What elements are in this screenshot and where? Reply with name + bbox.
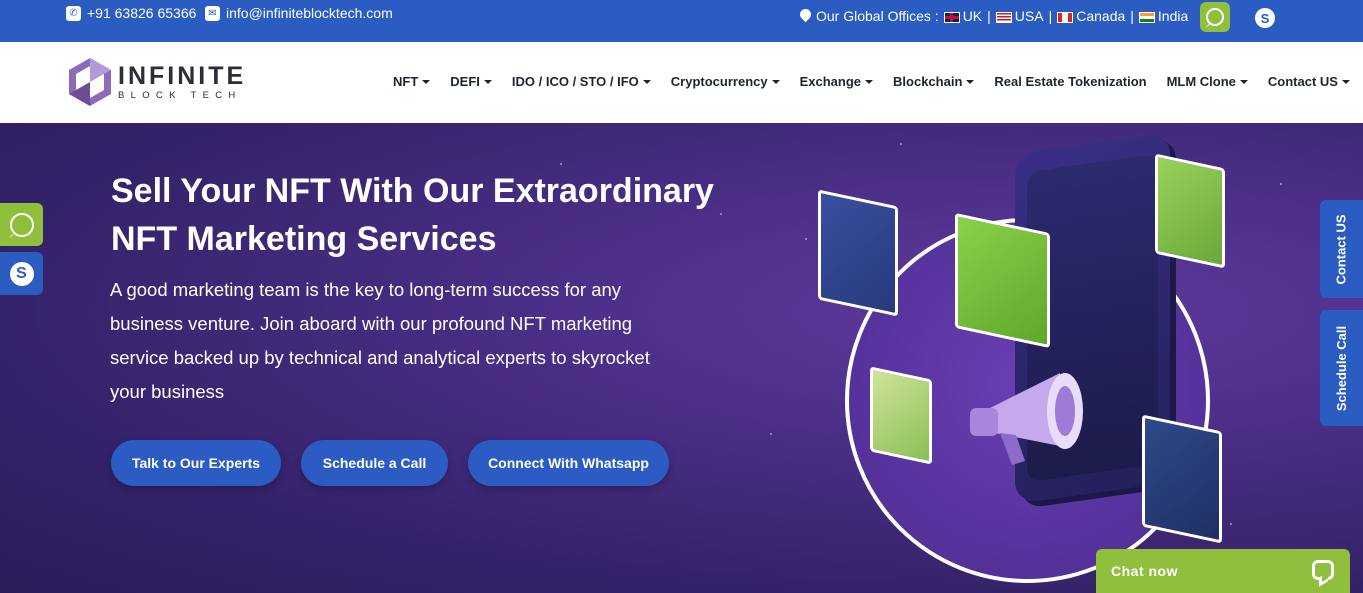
caret-down-icon: [865, 79, 874, 84]
offices-label: Our Global Offices :: [816, 8, 939, 24]
nav-item-cryptocurrency[interactable]: Cryptocurrency: [671, 74, 780, 89]
caret-down-icon: [1341, 79, 1350, 84]
nft-card-image: [870, 366, 932, 465]
phone-icon: ✆: [66, 5, 81, 21]
uk-flag-icon: [943, 11, 960, 23]
chat-bubble-icon: [1312, 560, 1334, 580]
nav-item-ido[interactable]: IDO / ICO / STO / IFO: [512, 74, 651, 89]
hero-description: A good marketing team is the key to long…: [110, 279, 650, 402]
star-decoration: [1280, 183, 1282, 185]
talk-to-experts-button[interactable]: Talk to Our Experts: [111, 440, 281, 486]
office-separator: |: [1130, 8, 1134, 24]
main-header: INFINITE BLOCK TECH NFT DEFI IDO / ICO /…: [0, 42, 1363, 123]
email-contact[interactable]: ✉ info@infiniteblocktech.com: [205, 5, 393, 21]
global-offices: Our Global Offices : UK | USA | Canada |…: [800, 8, 1188, 24]
skype-top-button[interactable]: S: [1255, 8, 1275, 28]
email-address[interactable]: info@infiniteblocktech.com: [226, 5, 393, 21]
hexagon-logo-icon: [66, 56, 114, 108]
office-uk[interactable]: UK: [943, 8, 982, 24]
skype-icon: S: [1260, 10, 1270, 26]
nft-card-image: [1155, 153, 1225, 269]
hero-section: Sell Your NFT With Our Extraordinary NFT…: [0, 123, 1363, 593]
whatsapp-float-button[interactable]: [0, 203, 43, 246]
chat-label: Chat now: [1111, 563, 1178, 579]
nav-item-exchange[interactable]: Exchange: [800, 74, 874, 89]
logo-tagline: BLOCK TECH: [118, 90, 242, 101]
nft-card-image: [955, 212, 1050, 349]
nav-item-defi[interactable]: DEFI: [450, 74, 492, 89]
star-decoration: [770, 433, 772, 435]
caret-down-icon: [771, 79, 780, 84]
phone-contact[interactable]: ✆ +91 63826 65366: [66, 5, 196, 21]
ca-flag-icon: [1057, 11, 1074, 23]
caret-down-icon: [1239, 79, 1248, 84]
skype-icon: S: [9, 261, 34, 286]
location-pin-icon: [800, 9, 811, 23]
office-india[interactable]: India: [1138, 8, 1188, 24]
logo-wordmark: INFINITE: [118, 62, 247, 90]
caret-down-icon: [966, 79, 975, 84]
whatsapp-icon: [1206, 8, 1224, 26]
nft-marketing-illustration: [790, 132, 1250, 593]
schedule-call-side-tab[interactable]: Schedule Call: [1320, 310, 1363, 426]
schedule-call-button[interactable]: Schedule a Call: [301, 440, 448, 486]
site-logo[interactable]: INFINITE BLOCK TECH: [66, 56, 246, 108]
main-nav: NFT DEFI IDO / ICO / STO / IFO Cryptocur…: [393, 74, 1363, 89]
whatsapp-top-button[interactable]: [1200, 2, 1230, 32]
caret-down-icon: [642, 79, 651, 84]
in-flag-icon: [1138, 11, 1155, 23]
megaphone-icon: [970, 373, 1083, 465]
whatsapp-icon: [9, 212, 34, 237]
nav-item-nft[interactable]: NFT: [393, 74, 431, 89]
us-flag-icon: [995, 11, 1012, 23]
office-usa[interactable]: USA: [995, 8, 1044, 24]
caret-down-icon: [422, 79, 431, 84]
skype-float-button[interactable]: S: [0, 252, 43, 295]
office-canada[interactable]: Canada: [1057, 8, 1125, 24]
office-separator: |: [1048, 8, 1053, 24]
office-separator: |: [987, 8, 991, 24]
nav-item-mlm-clone[interactable]: MLM Clone: [1167, 74, 1248, 89]
email-icon: ✉: [205, 5, 220, 21]
nav-item-real-estate[interactable]: Real Estate Tokenization: [994, 74, 1146, 89]
caret-down-icon: [483, 79, 492, 84]
contact-us-side-tab[interactable]: Contact US: [1320, 200, 1363, 298]
hero-title: Sell Your NFT With Our Extraordinary NFT…: [111, 172, 714, 258]
nav-item-contact[interactable]: Contact US: [1268, 74, 1350, 89]
nav-item-blockchain[interactable]: Blockchain: [893, 74, 975, 89]
phone-number[interactable]: +91 63826 65366: [87, 5, 196, 21]
nft-card-image: [818, 189, 898, 317]
top-contact-bar: ✆ +91 63826 65366 ✉ info@infiniteblockte…: [0, 0, 1363, 42]
chat-now-widget[interactable]: Chat now: [1096, 549, 1350, 593]
nft-card-image: [1142, 414, 1222, 544]
star-decoration: [560, 163, 562, 165]
connect-whatsapp-button[interactable]: Connect With Whatsapp: [468, 440, 669, 486]
